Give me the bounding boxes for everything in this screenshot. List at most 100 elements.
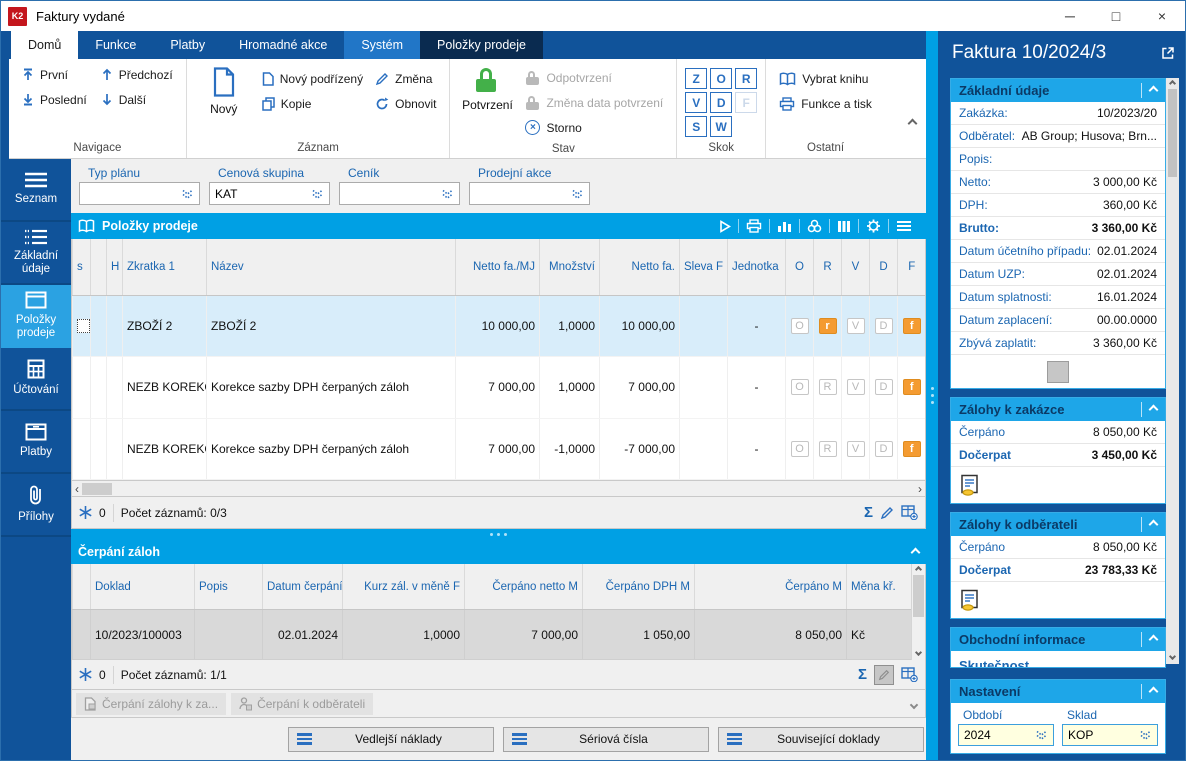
scrollbar-thumb[interactable] [912,575,924,617]
typ-planu-combo[interactable] [79,182,200,205]
maximize-button[interactable]: □ [1093,1,1139,31]
close-button[interactable]: × [1139,1,1185,31]
scroll-down-icon[interactable] [1168,652,1177,661]
jump-key-d[interactable]: D [710,92,733,113]
sidebar-item-uctovani[interactable]: Účtování [1,348,71,411]
tab-hromadne-akce[interactable]: Hromadné akce [222,31,344,59]
col-jednotka[interactable]: Jednotka [727,239,786,296]
edit-icon-disabled[interactable] [874,664,894,685]
change-confirm-date-button[interactable]: Změna data potvrzení [520,90,668,115]
cenik-combo[interactable] [339,182,460,205]
copy-button[interactable]: Kopie [257,91,368,116]
items-row-2[interactable]: NEZB KOREKCE Korekce sazby DPH čerpaných… [72,356,925,419]
sidebar-item-zakladni-udaje[interactable]: Základní údaje [1,222,71,285]
jump-key-r[interactable]: R [735,68,758,89]
jump-key-v[interactable]: V [685,92,708,113]
columns-icon[interactable] [829,219,858,233]
scrollbar-thumb[interactable] [82,482,112,495]
select-book-button[interactable]: Vybrat knihu [774,66,877,91]
col-d[interactable]: D [869,239,898,296]
jump-key-w[interactable]: W [710,116,733,137]
sidebar-item-platby[interactable]: Platby [1,411,71,474]
col-v[interactable]: V [841,239,870,296]
tab-funkce[interactable]: Funkce [78,31,153,59]
minimize-button[interactable]: ─ [1047,1,1093,31]
open-external-icon[interactable] [1161,46,1175,60]
jump-key-f[interactable]: F [735,92,758,113]
col-kurz[interactable]: Kurz zál. v měně F [342,564,465,611]
tab-polozky-prodeje[interactable]: Položky prodeje [420,31,543,59]
col-netto-mj[interactable]: Netto fa./MJ [455,239,540,296]
items-row-1[interactable]: ZBOŽÍ 2 ZBOŽÍ 2 10 000,00 1,0000 10 000,… [72,295,925,358]
advance-vertical-scrollbar[interactable] [910,564,925,660]
blank-square-button[interactable] [1047,360,1069,383]
ribbon-collapse-button[interactable] [907,116,918,130]
col-r[interactable]: R [813,239,842,296]
new-button[interactable]: Nový [195,62,253,116]
jump-key-z[interactable]: Z [685,68,708,89]
col-popis[interactable]: Popis [194,564,263,611]
refresh-button[interactable]: Obnovit [370,91,441,116]
col-selector[interactable] [72,564,91,611]
draw-advance-order-button[interactable]: Čerpání zálohy k za... [76,692,227,715]
scroll-up-icon[interactable] [914,565,922,574]
last-button[interactable]: Poslední [17,87,92,112]
col-f[interactable]: F [897,239,925,296]
tab-platby[interactable]: Platby [153,31,222,59]
sidebar-item-seznam[interactable]: Seznam [1,159,71,222]
items-row-3[interactable]: NEZB KOREKCE Korekce sazby DPH čerpaných… [72,418,925,480]
add-table-icon[interactable] [901,505,918,520]
col-cerpano-netto[interactable]: Čerpáno netto M [464,564,583,611]
col-mena[interactable]: Měna kř. [846,564,911,611]
change-button[interactable]: Změna [370,66,441,91]
warehouse-combo[interactable]: KOP [1062,724,1158,746]
col-nazev[interactable]: Název [206,239,456,296]
functions-print-button[interactable]: Funkce a tisk [774,91,877,116]
col-zkratka1[interactable]: Zkratka 1 [122,239,207,296]
sum-icon[interactable]: Σ [858,666,867,683]
new-child-button[interactable]: Nový podřízený [257,66,368,91]
col-o[interactable]: O [785,239,814,296]
section-header[interactable]: Nastavení [951,680,1165,703]
items-horizontal-scrollbar[interactable]: ‹ › [71,480,926,497]
clover-icon[interactable] [799,219,829,233]
chart-icon[interactable] [769,219,799,233]
related-documents-button[interactable]: Související doklady [718,726,924,752]
section-header[interactable]: Zálohy k odběrateli [951,513,1165,536]
cenova-skupina-combo[interactable]: KAT [209,182,330,205]
section-header[interactable]: Zálohy k zakázce [951,398,1165,421]
invoice-coin-icon[interactable] [959,474,981,496]
period-combo[interactable]: 2024 [958,724,1054,746]
scroll-down-icon[interactable] [909,697,919,711]
section-header[interactable]: Obchodní informace [951,628,1165,651]
horizontal-splitter[interactable] [71,529,926,539]
storno-button[interactable]: × Storno [520,115,668,140]
section-header[interactable]: Základní údaje [951,79,1165,102]
col-cerpano-m[interactable]: Čerpáno M [694,564,847,611]
prodejni-akce-combo[interactable] [469,182,590,205]
edit-icon[interactable] [880,506,894,520]
scroll-up-icon[interactable] [1168,79,1177,88]
vertical-splitter[interactable] [926,31,938,760]
jump-key-o[interactable]: O [710,68,733,89]
scrollbar-thumb[interactable] [1168,89,1177,177]
scroll-left-icon[interactable]: ‹ [75,482,79,496]
gear-icon[interactable] [858,219,888,233]
detail-vertical-scrollbar[interactable] [1166,78,1179,664]
col-cerpano-dph[interactable]: Čerpáno DPH M [582,564,695,611]
scroll-right-icon[interactable]: › [918,482,922,496]
print-icon[interactable] [738,219,769,233]
col-mnozstvi[interactable]: Množství [539,239,600,296]
col-doklad[interactable]: Doklad [90,564,195,611]
col-netto-fa[interactable]: Netto fa. [599,239,680,296]
serial-numbers-button[interactable]: Sériová čísla [503,726,709,752]
col-s[interactable]: s [72,239,91,296]
sum-icon[interactable]: Σ [864,504,873,521]
menu-icon[interactable] [888,219,919,233]
tab-domu[interactable]: Domů [11,31,79,59]
tab-system[interactable]: Systém [344,31,421,59]
col-h[interactable]: H [106,239,123,296]
sidebar-item-prilohy[interactable]: Přílohy [1,474,71,537]
scroll-down-icon[interactable] [914,648,922,657]
add-table-icon[interactable] [901,667,918,682]
